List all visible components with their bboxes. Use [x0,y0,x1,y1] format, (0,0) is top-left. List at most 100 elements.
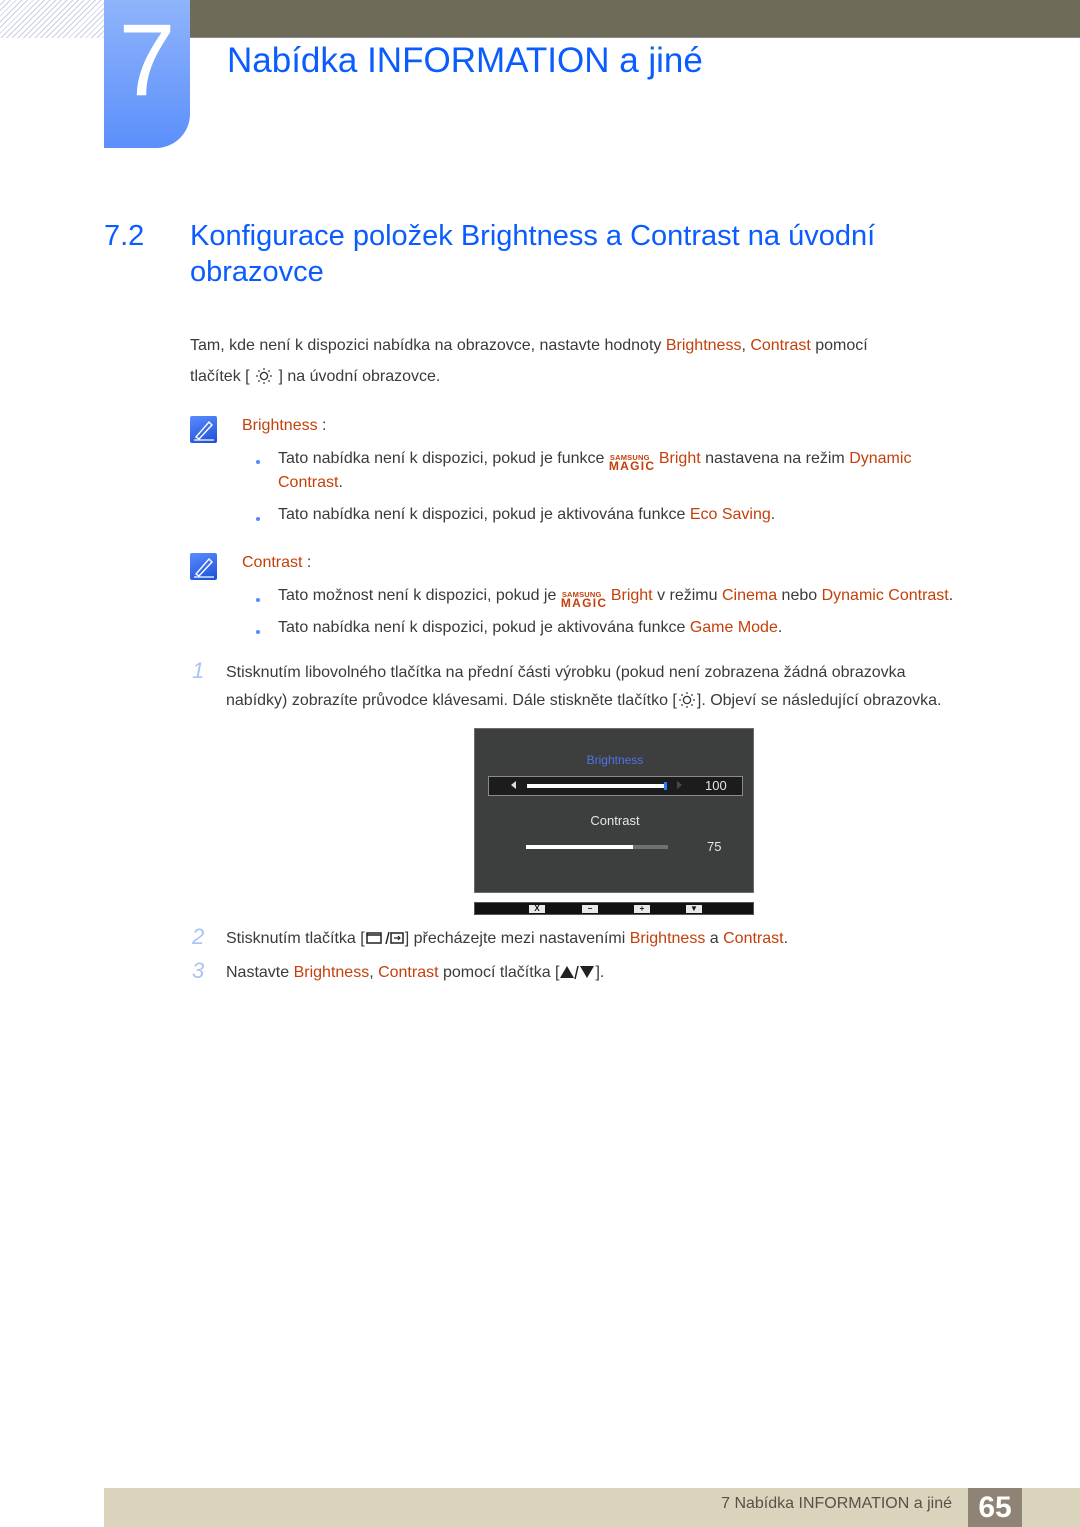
step-line: ]. [595,964,605,981]
step-number: 3 [192,958,205,983]
footer-chapter-ref: 7 Nabídka INFORMATION a jiné [721,1495,952,1512]
step-line: Stisknutím tlačítka [ [226,930,365,947]
header-bar [190,0,1080,38]
note-label-brightness: Brightness : [242,416,326,436]
step-number: 1 [192,658,205,683]
note-bullet: Tato nabídka není k dispozici, pokud je … [278,503,998,527]
step-line: Stisknutím libovolného tlačítka na předn… [226,664,906,681]
magic-bottom: MAGIC [608,459,656,473]
bullet-text: . [948,587,954,604]
osd-brightness-fill [527,784,667,788]
hl-term: Dynamic [849,450,912,467]
osd-contrast-label: Contrast [590,813,640,828]
separator: , [741,337,751,354]
bullet-text: Tato nabídka není k dispozici, pokud je … [278,450,609,467]
page-number: 65 [968,1488,1022,1527]
intro-text: pomocí [810,337,868,354]
note-label-suffix: : [302,554,312,571]
bullet-text: . [777,619,783,636]
brightness-sun-icon [256,368,272,384]
note-bullet: Tato nabídka není k dispozici, pokud je … [278,447,998,495]
hl-term: Dynamic Contrast [821,587,949,604]
header-hatch-decoration [0,0,104,38]
hl-brightness: Brightness [665,337,742,354]
step-line: a [705,930,724,947]
bullet-text: . [770,506,776,523]
step-number: 2 [192,924,205,949]
note-bullet: Tato možnost není k dispozici, pokud je … [278,584,1038,610]
bullet-text: nastavena na režim [700,450,850,467]
osd-screen: Brightness 100 Contrast 75 [474,728,754,893]
brightness-sun-icon [678,692,695,708]
note-pencil-icon [190,553,217,580]
note-pencil-icon [190,416,217,443]
osd-contrast-fill [526,845,633,849]
osd-contrast-value: 75 [707,839,722,854]
section-number: 7.2 [104,220,145,252]
hl-term: Contrast [378,964,439,981]
hl-term: Brightness [293,964,370,981]
bullet-dot [256,598,260,602]
left-arrow-icon [511,781,516,789]
step-line: . [783,930,789,947]
hl-term: Contrast [723,930,784,947]
hl-term: Cinema [721,587,778,604]
osd-key-guide: X − + ▼ [474,902,754,915]
hl-term: Contrast [278,474,339,491]
intro-text: tlačítek [ [190,368,250,385]
plus-key-icon[interactable]: + [634,905,650,913]
magic-bottom: MAGIC [560,596,608,610]
intro-text: Tam, kde není k dispozici nabídka na obr… [190,337,666,354]
close-key-icon[interactable]: X [529,905,545,913]
note-label-suffix: : [317,417,327,434]
osd-brightness-label: Brightness [586,753,644,767]
step-text: Stisknutím libovolného tlačítka na předn… [226,659,1046,715]
note-bullet: Tato nabídka není k dispozici, pokud je … [278,616,998,640]
chapter-badge: 7 [104,0,190,148]
magic-word: Bright [658,450,701,467]
bullet-text: nebo [777,587,822,604]
note-label-text: Contrast [242,554,303,571]
hl-contrast: Contrast [750,337,811,354]
bullet-text: Tato nabídka není k dispozici, pokud je … [278,506,690,523]
step-line: ] přecházejte mezi nastaveními [404,930,630,947]
bullet-dot [256,460,260,464]
right-arrow-icon [677,781,682,789]
step-line: ]. Objeví se následující obrazovka. [696,692,942,709]
minus-key-icon[interactable]: − [582,905,598,913]
bullet-dot [256,630,260,634]
footer-bar: 7 Nabídka INFORMATION a jiné [104,1488,1080,1527]
bullet-text: . [338,474,343,491]
samsung-magic-logo: SAMSUNG MAGIC [609,449,659,473]
step-text: Stisknutím tlačítka [ ] přecházejte mezi … [226,925,1046,953]
source-button-icon [365,931,404,945]
section-title: Konfigurace položek Brightness a Contras… [190,220,876,288]
step-line: pomocí tlačítka [ [438,964,560,981]
hl-term: Brightness [629,930,706,947]
osd-contrast-slider[interactable] [526,845,668,849]
down-key-icon[interactable]: ▼ [686,905,702,913]
osd-brightness-slider[interactable]: 100 [488,776,743,796]
bullet-dot [256,517,260,521]
note-label-text: Brightness [242,417,318,434]
bullet-text: Tato možnost není k dispozici, pokud je [278,587,561,604]
bullet-text: v režimu [652,587,722,604]
intro-paragraph: Tam, kde není k dispozici nabídka na obr… [190,330,990,392]
step-text: Nastavte Brightness, Contrast pomocí tla… [226,959,1046,987]
hl-term: Eco Saving [689,506,771,523]
chapter-title: Nabídka INFORMATION a jiné [227,41,703,80]
step-line: nabídky) zobrazíte průvodce klávesami. D… [226,692,677,709]
bullet-text: Tato nabídka není k dispozici, pokud je … [278,619,690,636]
samsung-magic-logo: SAMSUNG MAGIC [561,586,611,610]
note-label-contrast: Contrast : [242,553,311,573]
intro-text: ] na úvodní obrazovce. [278,368,441,385]
hl-term: Game Mode [689,619,778,636]
step-line: Nastavte [226,964,294,981]
chapter-number: 7 [118,3,176,117]
osd-brightness-track [527,782,667,790]
osd-brightness-knob[interactable] [664,782,667,790]
up-down-arrow-icon [560,965,595,980]
osd-brightness-value: 100 [705,778,727,793]
step-line: , [369,964,379,981]
magic-word: Bright [610,587,653,604]
